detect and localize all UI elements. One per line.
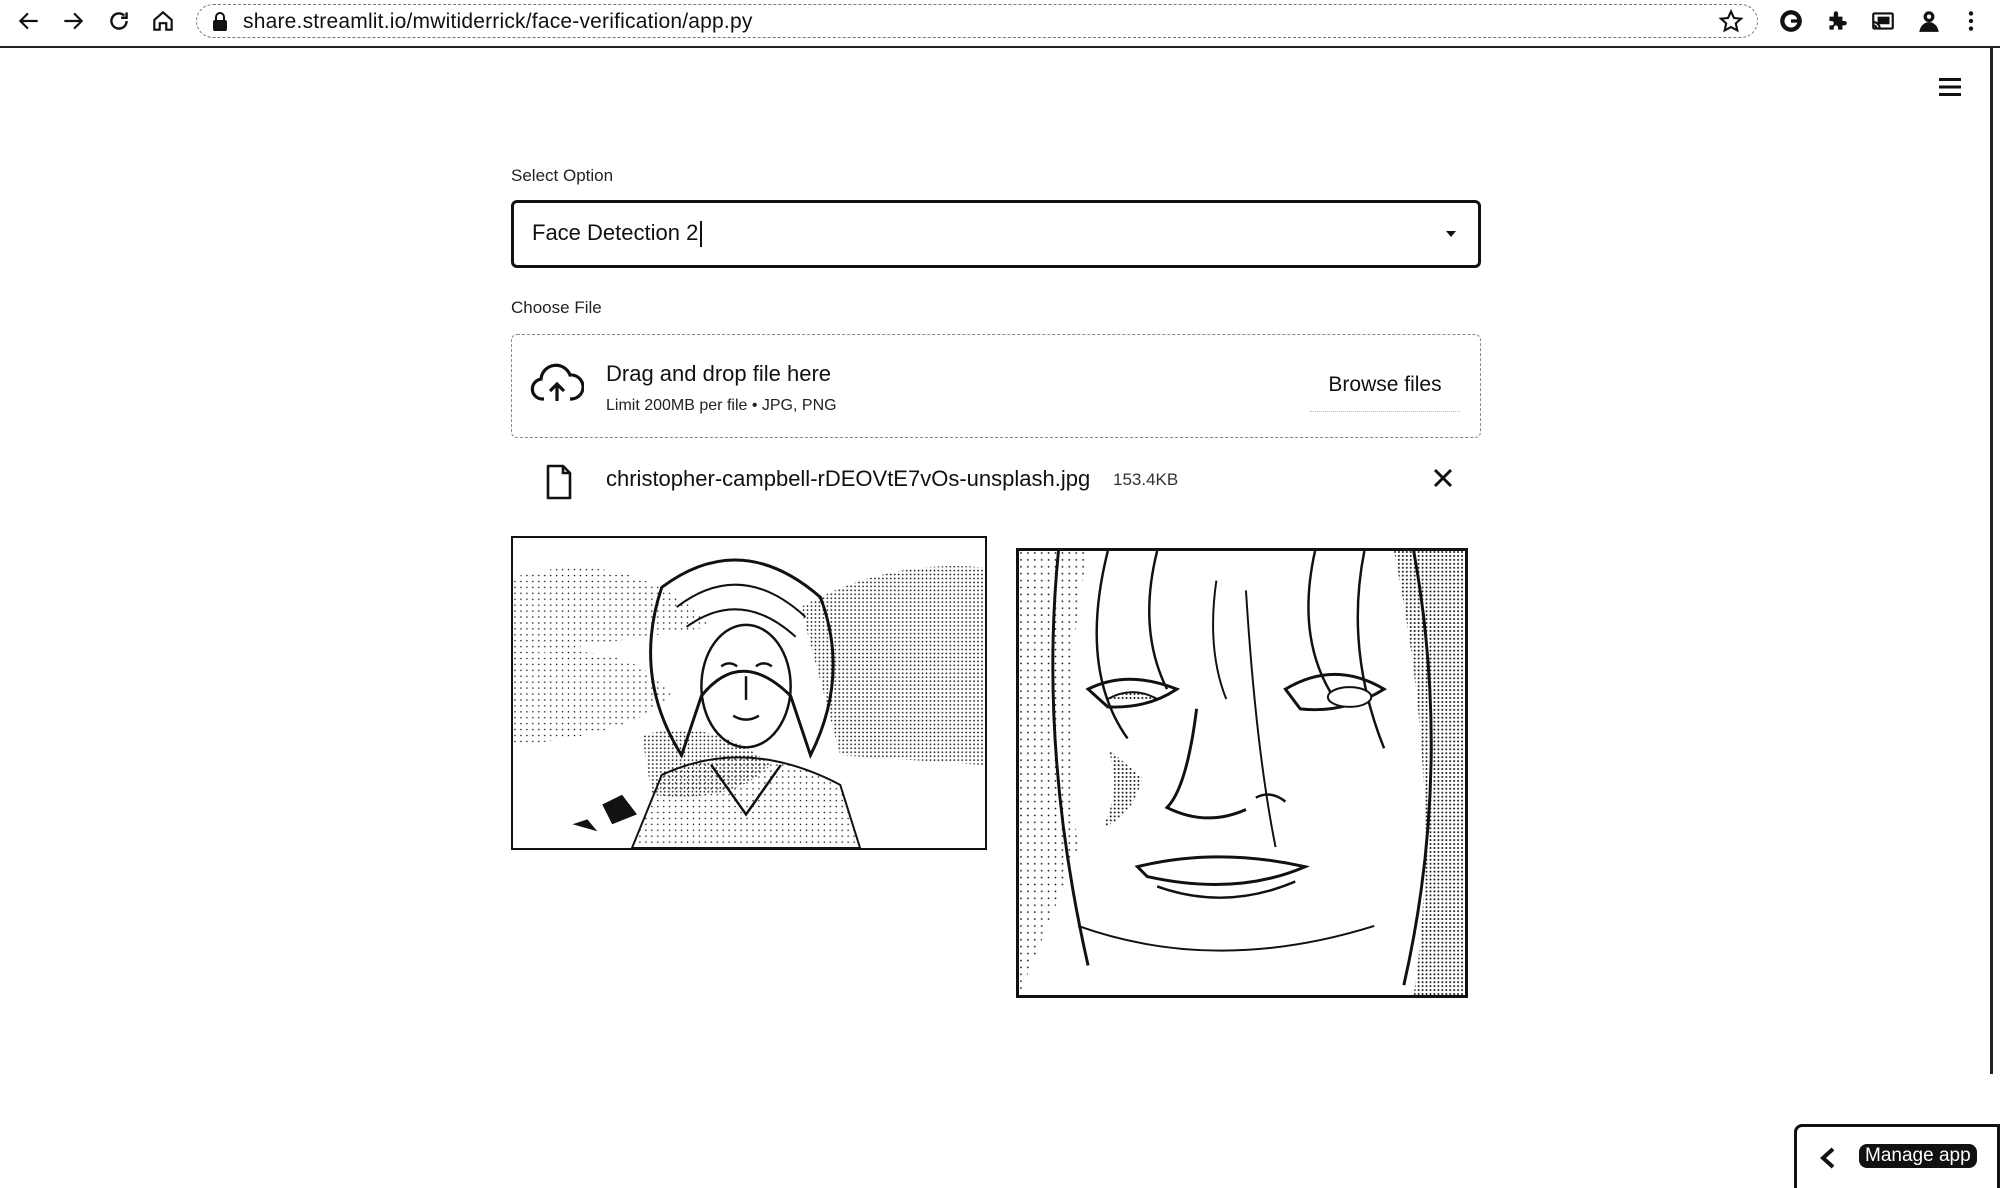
- scrollbar[interactable]: [1990, 46, 1993, 1074]
- home-icon[interactable]: [148, 6, 178, 36]
- back-icon[interactable]: [14, 6, 44, 36]
- hamburger-menu-icon[interactable]: [1937, 74, 1963, 100]
- detected-image-full: [511, 536, 987, 850]
- more-icon[interactable]: [1956, 6, 1986, 36]
- dropzone-limit: Limit 200MB per file • JPG, PNG: [606, 397, 837, 414]
- browse-files-button[interactable]: Browse files: [1310, 359, 1460, 412]
- file-name: christopher-campbell-rDEOVtE7vOs-unsplas…: [606, 466, 1091, 491]
- file-dropzone[interactable]: Drag and drop file here Limit 200MB per …: [511, 334, 1481, 438]
- cloud-upload-icon: [530, 363, 584, 401]
- manage-app-button[interactable]: Manage app: [1794, 1124, 2000, 1188]
- browser-toolbar: share.streamlit.io/mwitiderrick/face-ver…: [0, 0, 2000, 48]
- dropzone-title: Drag and drop file here: [606, 361, 832, 386]
- manage-app-label: Manage app: [1859, 1144, 1977, 1168]
- chevron-left-icon: [1820, 1147, 1835, 1169]
- choose-file-label: Choose File: [511, 298, 602, 317]
- file-size: 153.4KB: [1113, 470, 1179, 489]
- detected-face-crop: [1016, 548, 1468, 998]
- extension-g-icon[interactable]: [1776, 6, 1806, 36]
- lock-icon: [213, 12, 227, 31]
- extensions-puzzle-icon[interactable]: [1822, 6, 1852, 36]
- select-option-label: Select Option: [511, 166, 614, 185]
- address-bar[interactable]: share.streamlit.io/mwitiderrick/face-ver…: [196, 4, 1758, 38]
- star-icon[interactable]: [1717, 8, 1745, 36]
- reload-icon[interactable]: [104, 6, 134, 36]
- cast-icon[interactable]: [1868, 6, 1898, 36]
- close-icon[interactable]: [1431, 466, 1455, 490]
- select-value: Face Detection 2: [532, 220, 703, 248]
- forward-icon[interactable]: [58, 6, 88, 36]
- url-text[interactable]: share.streamlit.io/mwitiderrick/face-ver…: [243, 10, 753, 34]
- file-icon: [546, 464, 572, 500]
- option-select[interactable]: Face Detection 2: [511, 200, 1481, 268]
- profile-icon[interactable]: [1914, 6, 1944, 36]
- uploaded-file-row: christopher-campbell-rDEOVtE7vOs-unsplas…: [511, 456, 1481, 502]
- chevron-down-icon[interactable]: [1444, 229, 1458, 239]
- text-cursor: [700, 221, 703, 248]
